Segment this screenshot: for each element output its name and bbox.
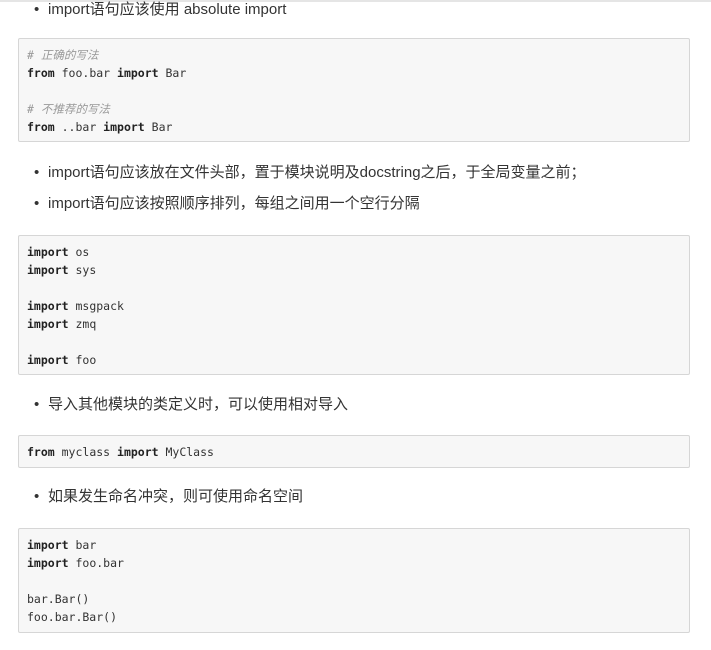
code-line: import sys bbox=[27, 261, 681, 279]
code-keyword: import bbox=[27, 538, 69, 552]
bullet-item: • import语句应该按照顺序排列，每组之间用一个空行分隔 bbox=[34, 194, 420, 214]
code-comment: # 不推荐的写法 bbox=[27, 102, 110, 116]
code-text: ..bar bbox=[54, 120, 104, 134]
bullet-dot: • bbox=[34, 164, 40, 181]
code-line: from ..bar import Bar bbox=[27, 118, 681, 136]
code-line: # 正确的写法 bbox=[27, 46, 681, 64]
code-keyword: from bbox=[27, 120, 55, 134]
code-line: import msgpack bbox=[27, 297, 681, 315]
code-line: bar.Bar() bbox=[27, 590, 681, 608]
code-text: zmq bbox=[68, 317, 97, 331]
bullet-dot: • bbox=[34, 396, 40, 413]
code-line: import foo.bar bbox=[27, 554, 681, 572]
code-keyword: import bbox=[27, 299, 69, 313]
bullet-text: import语句应该放在文件头部，置于模块说明及docstring之后，于全局变… bbox=[48, 164, 586, 181]
code-keyword: import bbox=[27, 353, 69, 367]
bullet-item: • import语句应该放在文件头部，置于模块说明及docstring之后，于全局… bbox=[34, 163, 586, 183]
code-text: foo.bar bbox=[68, 556, 124, 570]
code-text: msgpack bbox=[68, 299, 124, 313]
code-keyword: import bbox=[27, 556, 69, 570]
code-keyword: import bbox=[27, 317, 69, 331]
code-line: # 不推荐的写法 bbox=[27, 100, 681, 118]
code-text: sys bbox=[68, 263, 97, 277]
bullet-dot: • bbox=[34, 1, 40, 18]
code-text: bar bbox=[68, 538, 97, 552]
code-text: os bbox=[68, 245, 90, 259]
code-block: # 正确的写法 from foo.bar import Bar # 不推荐的写法 fr… bbox=[18, 38, 690, 142]
code-keyword: import bbox=[27, 263, 69, 277]
code-block: from myclass import MyClass bbox=[18, 435, 690, 468]
bullet-item: • 如果发生命名冲突，则可使用命名空间 bbox=[34, 487, 303, 507]
code-line: import bar bbox=[27, 536, 681, 554]
bullet-text: 如果发生命名冲突，则可使用命名空间 bbox=[48, 488, 304, 505]
code-block: import os import sys import msgpack import … bbox=[18, 235, 690, 375]
code-line: from foo.bar import Bar bbox=[27, 64, 681, 82]
bullet-dot: • bbox=[34, 488, 40, 505]
bullet-item: • import语句应该使用 absolute import bbox=[34, 0, 286, 20]
code-text: foo bbox=[68, 353, 97, 367]
code-text: myclass bbox=[54, 445, 118, 459]
code-text: Bar bbox=[144, 120, 173, 134]
bullet-dot: • bbox=[34, 195, 40, 212]
code-keyword: from bbox=[27, 445, 55, 459]
code-text: bar.Bar() bbox=[27, 592, 90, 606]
code-keyword: from bbox=[27, 66, 55, 80]
code-comment: # 正确的写法 bbox=[27, 48, 99, 62]
bullet-item: • 导入其他模块的类定义时，可以使用相对导入 bbox=[34, 395, 348, 415]
code-text: foo.bar.Bar() bbox=[27, 610, 118, 624]
code-keyword: import bbox=[103, 120, 145, 134]
code-text: Bar bbox=[158, 66, 187, 80]
code-line: from myclass import MyClass bbox=[27, 443, 681, 461]
code-text: MyClass bbox=[158, 445, 214, 459]
code-keyword: import bbox=[117, 445, 159, 459]
code-line: import zmq bbox=[27, 315, 681, 333]
code-block: import bar import foo.bar bar.Bar() foo.bar… bbox=[18, 528, 690, 633]
code-line: import os bbox=[27, 243, 681, 261]
bullet-text: import语句应该使用 absolute import bbox=[48, 1, 287, 18]
code-text: foo.bar bbox=[54, 66, 118, 80]
code-line: import foo bbox=[27, 351, 681, 369]
code-keyword: import bbox=[117, 66, 159, 80]
code-line: foo.bar.Bar() bbox=[27, 608, 681, 626]
bullet-text: 导入其他模块的类定义时，可以使用相对导入 bbox=[48, 396, 349, 413]
bullet-text: import语句应该按照顺序排列，每组之间用一个空行分隔 bbox=[48, 195, 420, 212]
code-keyword: import bbox=[27, 245, 69, 259]
